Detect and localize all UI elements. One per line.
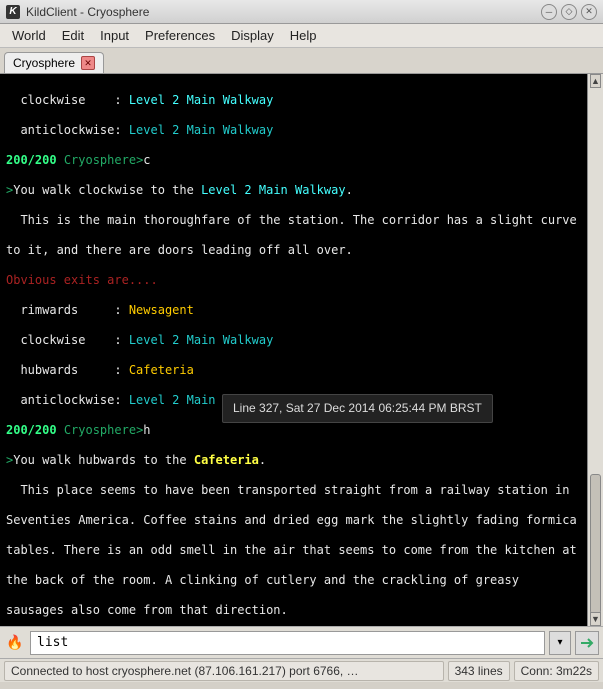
menu-preferences[interactable]: Preferences <box>137 25 223 46</box>
line-tooltip: Line 327, Sat 27 Dec 2014 06:25:44 PM BR… <box>222 394 493 423</box>
scroll-up-icon[interactable]: ▲ <box>590 74 601 88</box>
terminal-output[interactable]: clockwise : Level 2 Main Walkway anticlo… <box>0 74 587 626</box>
maximize-button[interactable]: ◇ <box>561 4 577 20</box>
command: c <box>143 153 150 167</box>
exit-line: clockwise : <box>6 93 129 107</box>
tab-close-icon[interactable]: ✕ <box>81 56 95 70</box>
scroll-down-icon[interactable]: ▼ <box>590 612 601 626</box>
exit-dest: Cafeteria <box>129 363 194 377</box>
room-name: Cafeteria <box>194 453 259 467</box>
titlebar: K KildClient - Cryosphere ─ ◇ ✕ <box>0 0 603 24</box>
history-dropdown-button[interactable]: ▾ <box>549 631 571 655</box>
room-desc: the back of the room. A clinking of cutl… <box>6 573 581 588</box>
menu-input[interactable]: Input <box>92 25 137 46</box>
status-time: Conn: 3m22s <box>514 661 599 681</box>
send-button[interactable] <box>575 631 599 655</box>
exit-line: clockwise : <box>6 333 129 347</box>
status-lines: 343 lines <box>448 661 510 681</box>
room-desc: Seventies America. Coffee stains and dri… <box>6 513 581 528</box>
room-desc: This is the main thoroughfare of the sta… <box>6 213 581 228</box>
exit-line: rimwards : <box>6 303 129 317</box>
tab-label: Cryosphere <box>13 56 75 70</box>
exit-line: anticlockwise: <box>6 393 129 407</box>
room-desc: This place seems to have been transporte… <box>6 483 581 498</box>
menu-edit[interactable]: Edit <box>54 25 92 46</box>
exit-dest: Level 2 Main Walkway <box>129 123 274 137</box>
menu-display[interactable]: Display <box>223 25 282 46</box>
command: h <box>143 423 150 437</box>
window-title: KildClient - Cryosphere <box>26 5 537 19</box>
walk-text: You walk clockwise to the <box>13 183 201 197</box>
statusbar: Connected to host cryosphere.net (87.106… <box>0 658 603 682</box>
hp-value: 200/200 <box>6 153 57 167</box>
command-input[interactable] <box>30 631 545 655</box>
menu-help[interactable]: Help <box>282 25 325 46</box>
trigger-icon[interactable]: 🔥 <box>4 632 26 654</box>
exit-line: anticlockwise: <box>6 123 129 137</box>
input-bar: 🔥 ▾ <box>0 626 603 658</box>
room-desc: tables. There is an odd smell in the air… <box>6 543 581 558</box>
minimize-button[interactable]: ─ <box>541 4 557 20</box>
exits-header: Obvious exits are.... <box>6 273 581 288</box>
walk-text: You walk hubwards to the <box>13 453 194 467</box>
room-desc: sausages also come from that direction. <box>6 603 581 618</box>
scrollbar[interactable]: ▲ ▼ <box>587 74 603 626</box>
menubar: World Edit Input Preferences Display Hel… <box>0 24 603 48</box>
exit-dest: Newsagent <box>129 303 194 317</box>
exit-dest: Level 2 Main Walkway <box>129 333 274 347</box>
world-name: Cryosphere <box>64 153 136 167</box>
world-name: Cryosphere <box>64 423 136 437</box>
app-icon: K <box>6 5 20 19</box>
menu-world[interactable]: World <box>4 25 54 46</box>
scroll-thumb[interactable] <box>590 474 601 614</box>
tabbar: Cryosphere ✕ <box>0 48 603 74</box>
hp-value: 200/200 <box>6 423 57 437</box>
room-name: Level 2 Main Walkway <box>201 183 346 197</box>
room-desc: to it, and there are doors leading off a… <box>6 243 581 258</box>
terminal-area: clockwise : Level 2 Main Walkway anticlo… <box>0 74 603 626</box>
exit-dest: Level 2 Main Walkway <box>129 93 274 107</box>
status-connection: Connected to host cryosphere.net (87.106… <box>4 661 444 681</box>
close-button[interactable]: ✕ <box>581 4 597 20</box>
exit-line: hubwards : <box>6 363 129 377</box>
tab-cryosphere[interactable]: Cryosphere ✕ <box>4 52 104 73</box>
